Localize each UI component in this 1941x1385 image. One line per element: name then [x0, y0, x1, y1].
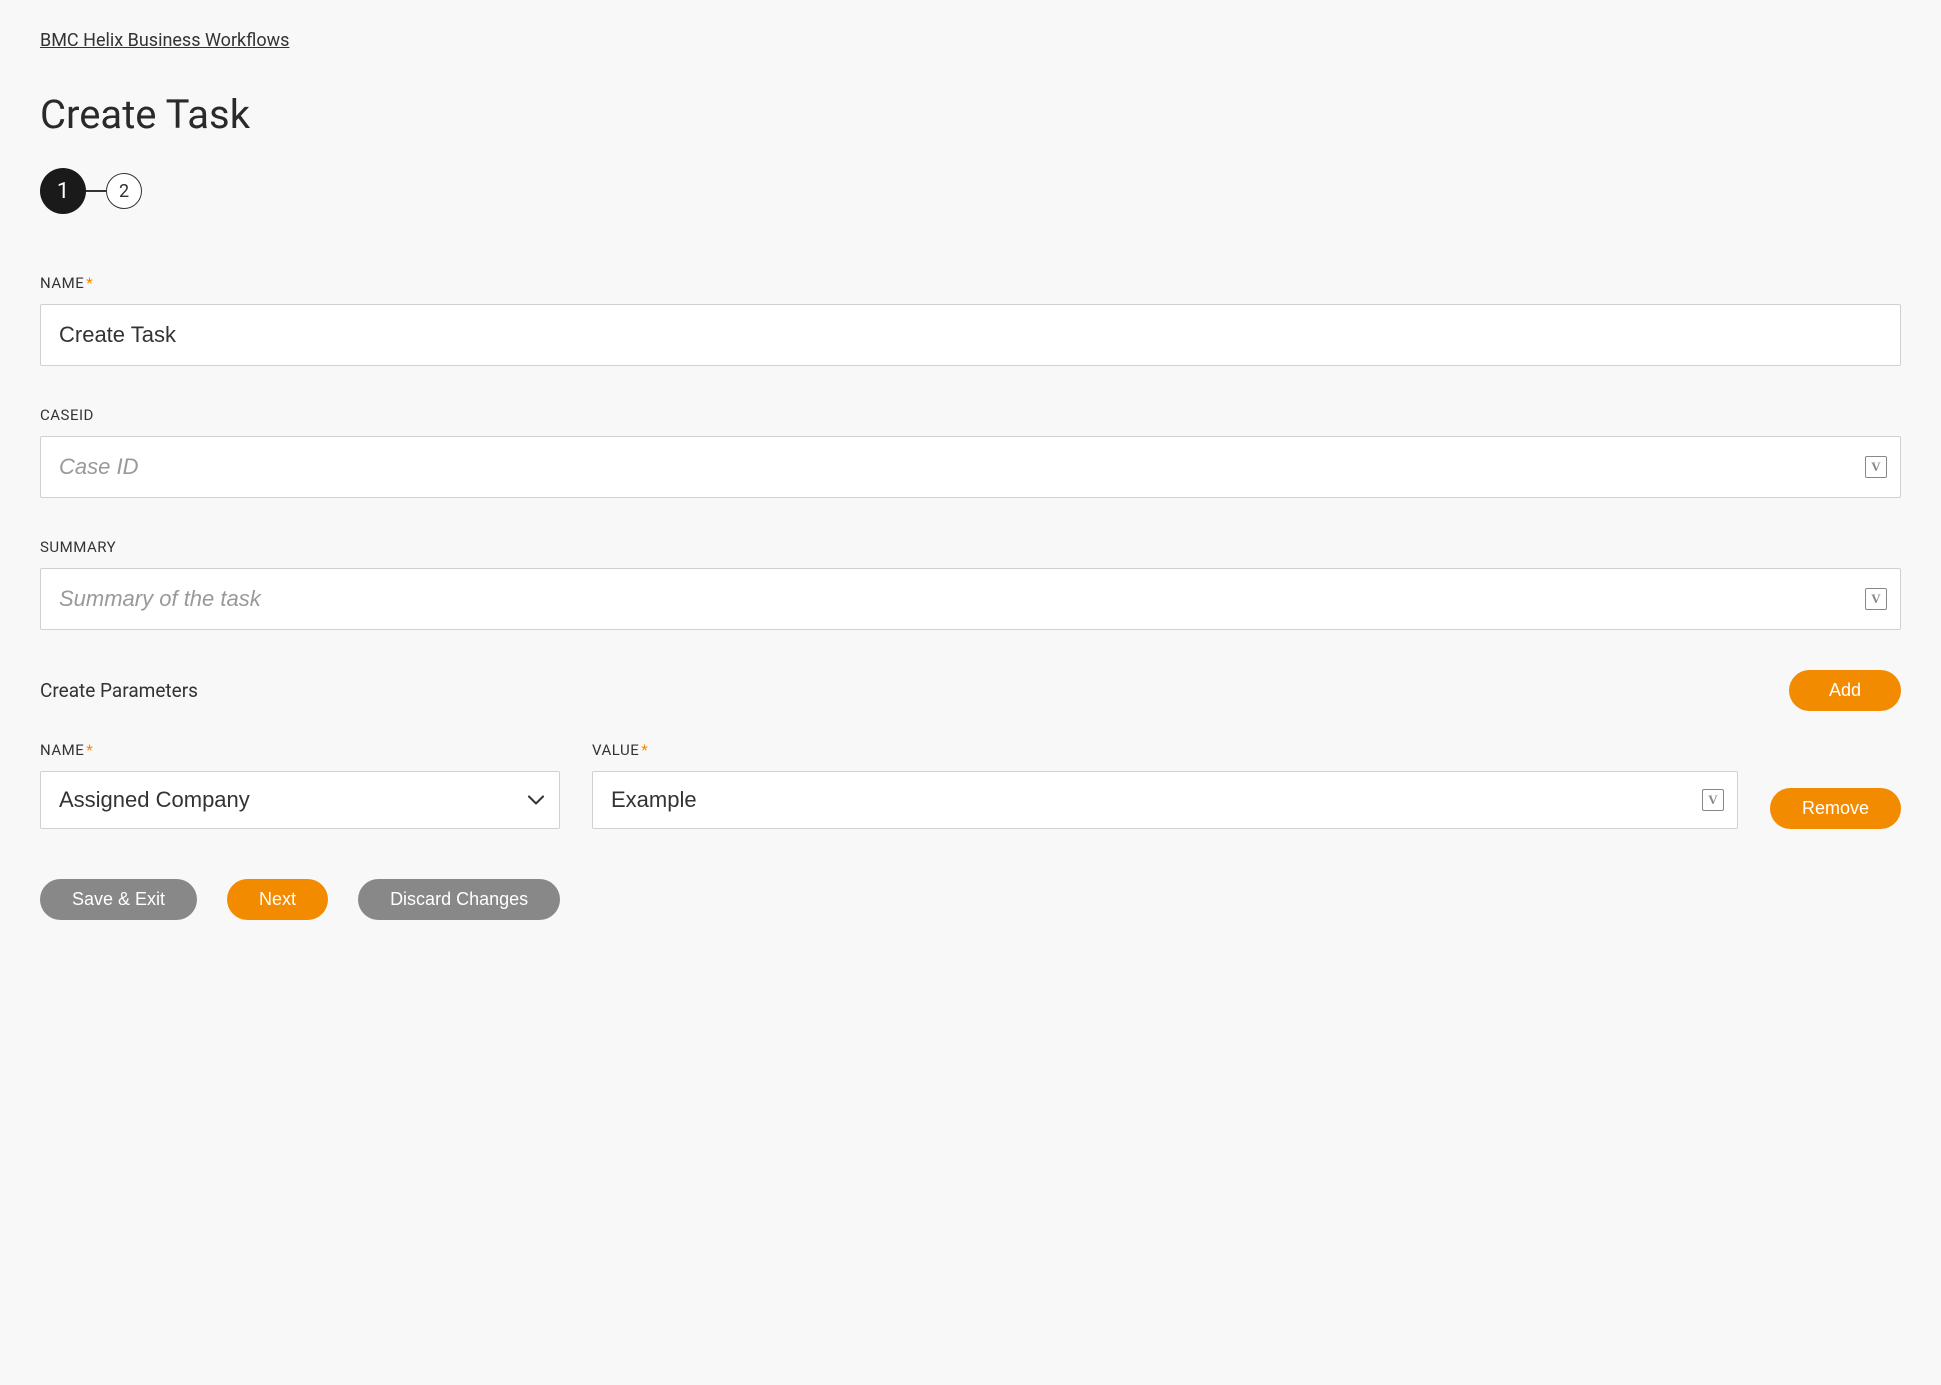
step-1[interactable]: 1 [40, 168, 86, 214]
param-name-select[interactable] [40, 771, 560, 829]
summary-label: SUMMARY [40, 538, 1901, 556]
summary-input[interactable] [40, 568, 1901, 630]
caseid-field-group: CASEID V [40, 406, 1901, 498]
parameters-section-title: Create Parameters [40, 679, 198, 702]
param-value-input[interactable] [592, 771, 1738, 829]
page-title: Create Task [40, 91, 1901, 138]
name-label: NAME* [40, 274, 1901, 292]
caseid-label: CASEID [40, 406, 1901, 424]
footer-actions: Save & Exit Next Discard Changes [40, 879, 1901, 920]
param-name-label-text: NAME [40, 741, 84, 759]
required-indicator: * [86, 741, 93, 759]
discard-changes-button[interactable]: Discard Changes [358, 879, 560, 920]
save-exit-button[interactable]: Save & Exit [40, 879, 197, 920]
next-button[interactable]: Next [227, 879, 328, 920]
caseid-input[interactable] [40, 436, 1901, 498]
name-label-text: NAME [40, 274, 84, 292]
breadcrumb-link[interactable]: BMC Helix Business Workflows [40, 30, 289, 51]
variable-picker-icon[interactable]: V [1865, 456, 1887, 478]
parameter-row: NAME* VALUE* V Remove [40, 741, 1901, 829]
required-indicator: * [86, 274, 93, 292]
summary-field-group: SUMMARY V [40, 538, 1901, 630]
wizard-stepper: 1 2 [40, 168, 1901, 214]
parameters-header-row: Create Parameters Add [40, 670, 1901, 711]
variable-picker-icon[interactable]: V [1865, 588, 1887, 610]
param-name-label: NAME* [40, 741, 560, 759]
required-indicator: * [641, 741, 648, 759]
step-2[interactable]: 2 [106, 173, 142, 209]
param-value-label-text: VALUE [592, 741, 639, 759]
step-connector [86, 190, 106, 192]
name-field-group: NAME* [40, 274, 1901, 366]
param-value-label: VALUE* [592, 741, 1738, 759]
remove-parameter-button[interactable]: Remove [1770, 788, 1901, 829]
variable-picker-icon[interactable]: V [1702, 789, 1724, 811]
add-parameter-button[interactable]: Add [1789, 670, 1901, 711]
name-input[interactable] [40, 304, 1901, 366]
